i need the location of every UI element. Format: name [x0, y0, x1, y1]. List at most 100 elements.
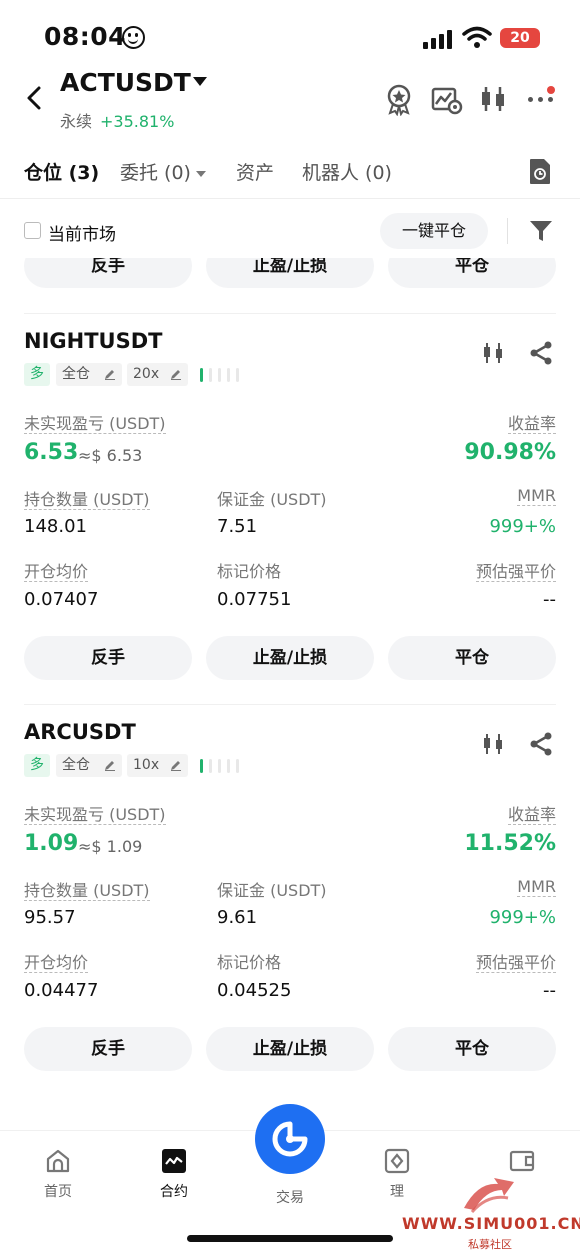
candlestick-icon[interactable]	[481, 732, 505, 756]
watermark-subtext: 私募社区	[468, 1238, 512, 1251]
cellular-signal-icon	[423, 29, 453, 49]
liq-price-label[interactable]: 预估强平价	[475, 953, 556, 973]
pencil-icon	[171, 761, 181, 771]
margin-mode-label: 全仓	[62, 366, 90, 382]
symbol-dropdown-icon[interactable]	[193, 77, 207, 86]
chevron-down-icon	[195, 170, 206, 177]
mark-price-label: 标记价格	[217, 562, 282, 581]
watermark: WWW.SIMU001.CN 私募社区	[402, 1170, 580, 1255]
tpsl-button[interactable]: 止盈/止损	[206, 636, 374, 680]
leverage-button[interactable]: 10x	[127, 754, 188, 777]
smiling-face-icon	[122, 26, 145, 49]
unrealized-pnl-usd: ≈$ 1.09	[78, 837, 143, 856]
tab-bots[interactable]: 机器人 (0)	[302, 158, 392, 185]
side-badge: 多	[24, 754, 50, 777]
tab-assets-label: 资产	[236, 162, 275, 184]
entry-price-label[interactable]: 开仓均价	[24, 562, 89, 582]
leverage-button[interactable]: 20x	[127, 363, 188, 386]
roi-value: 11.52%	[464, 831, 556, 856]
mark-price-value: 0.04525	[217, 980, 292, 1001]
tabs-divider	[0, 198, 580, 199]
mmr-value: 999+%	[489, 516, 556, 537]
mmr-value: 999+%	[489, 907, 556, 928]
roi-label[interactable]: 收益率	[507, 805, 556, 825]
tab-bots-label: 机器人 (0)	[302, 162, 392, 184]
chart-gear-icon[interactable]	[429, 82, 463, 116]
nav-trade-label: 交易	[276, 1190, 304, 1206]
nav-home-label: 首页	[44, 1184, 72, 1200]
unrealized-pnl-usd: ≈$ 6.53	[78, 446, 143, 465]
share-icon[interactable]	[528, 340, 554, 366]
margin-label: 保证金 (USDT)	[217, 881, 327, 900]
tab-orders[interactable]: 委托 (0)	[120, 158, 206, 185]
candlestick-icon[interactable]	[481, 341, 505, 365]
entry-price-value: 0.04477	[24, 980, 99, 1001]
status-time: 08:04	[44, 22, 127, 51]
position-size-value: 95.57	[24, 907, 76, 928]
nav-futures[interactable]: 合约	[139, 1143, 209, 1201]
margin-mode-button[interactable]: 全仓	[56, 754, 122, 777]
tpsl-button[interactable]: 止盈/止损	[206, 1027, 374, 1071]
reverse-button[interactable]: 反手	[24, 636, 192, 680]
wifi-icon	[462, 26, 492, 48]
risk-level-indicator	[200, 759, 242, 773]
previous-card-actions: 反手 止盈/止损 平仓	[0, 258, 580, 288]
close-position-button[interactable]: 平仓	[388, 258, 556, 288]
position-size-label[interactable]: 持仓数量 (USDT)	[24, 881, 150, 901]
contract-symbol[interactable]: ACTUSDT	[60, 68, 191, 97]
unrealized-pnl-value: 6.53	[24, 440, 79, 465]
current-market-label: 当前市场	[48, 225, 116, 245]
share-icon[interactable]	[528, 731, 554, 757]
tab-orders-label: 委托 (0)	[120, 162, 191, 184]
position-size-label[interactable]: 持仓数量 (USDT)	[24, 490, 150, 510]
contract-subtitle: 永续 +35.81%	[60, 108, 174, 132]
card-divider	[24, 313, 556, 314]
unrealized-pnl-label[interactable]: 未实现盈亏 (USDT)	[24, 414, 166, 434]
futures-icon	[162, 1149, 186, 1173]
nav-home[interactable]: 首页	[23, 1143, 93, 1201]
trade-icon	[272, 1121, 308, 1157]
mark-price-value: 0.07751	[217, 589, 292, 610]
watermark-logo	[464, 1178, 514, 1214]
position-size-value: 148.01	[24, 516, 87, 537]
pencil-icon	[171, 370, 181, 380]
position-symbol[interactable]: ARCUSDT	[24, 720, 136, 744]
close-all-button[interactable]: 一键平仓	[380, 213, 488, 249]
roi-value: 90.98%	[464, 440, 556, 465]
reverse-button[interactable]: 反手	[24, 1027, 192, 1071]
leverage-label: 20x	[133, 366, 160, 382]
trade-button[interactable]	[255, 1104, 325, 1174]
position-symbol[interactable]: NIGHTUSDT	[24, 329, 162, 353]
entry-price-label[interactable]: 开仓均价	[24, 953, 89, 973]
mmr-label[interactable]: MMR	[517, 486, 556, 506]
risk-level-indicator	[200, 368, 242, 382]
contract-type: 永续	[60, 112, 93, 131]
close-position-button[interactable]: 平仓	[388, 1027, 556, 1071]
margin-mode-button[interactable]: 全仓	[56, 363, 122, 386]
margin-value: 9.61	[217, 907, 258, 928]
tab-assets[interactable]: 资产	[236, 158, 274, 185]
current-market-checkbox[interactable]	[24, 222, 41, 239]
liq-price-label[interactable]: 预估强平价	[475, 562, 556, 582]
entry-price-value: 0.07407	[24, 589, 99, 610]
roi-label[interactable]: 收益率	[507, 414, 556, 434]
medal-icon[interactable]	[382, 82, 416, 116]
mmr-label[interactable]: MMR	[517, 877, 556, 897]
margin-value: 7.51	[217, 516, 258, 537]
reverse-button[interactable]: 反手	[24, 258, 192, 288]
mark-price-label: 标记价格	[217, 953, 282, 972]
notification-dot	[547, 86, 555, 94]
tab-positions[interactable]: 仓位 (3)	[24, 158, 99, 185]
more-icon[interactable]	[528, 94, 556, 104]
nav-futures-label: 合约	[160, 1184, 188, 1200]
candlestick-icon[interactable]	[476, 82, 510, 116]
unrealized-pnl-label[interactable]: 未实现盈亏 (USDT)	[24, 805, 166, 825]
position-card: ARCUSDT 多 全仓 10x 未实现盈亏 (USDT) 收益率 1.09 ≈…	[0, 704, 580, 1084]
tpsl-button[interactable]: 止盈/止损	[206, 258, 374, 288]
history-document-icon[interactable]	[528, 158, 553, 185]
filter-funnel-icon[interactable]	[529, 219, 553, 243]
back-arrow-icon[interactable]	[22, 84, 46, 112]
home-indicator	[187, 1235, 393, 1242]
pencil-icon	[105, 370, 115, 380]
close-position-button[interactable]: 平仓	[388, 636, 556, 680]
